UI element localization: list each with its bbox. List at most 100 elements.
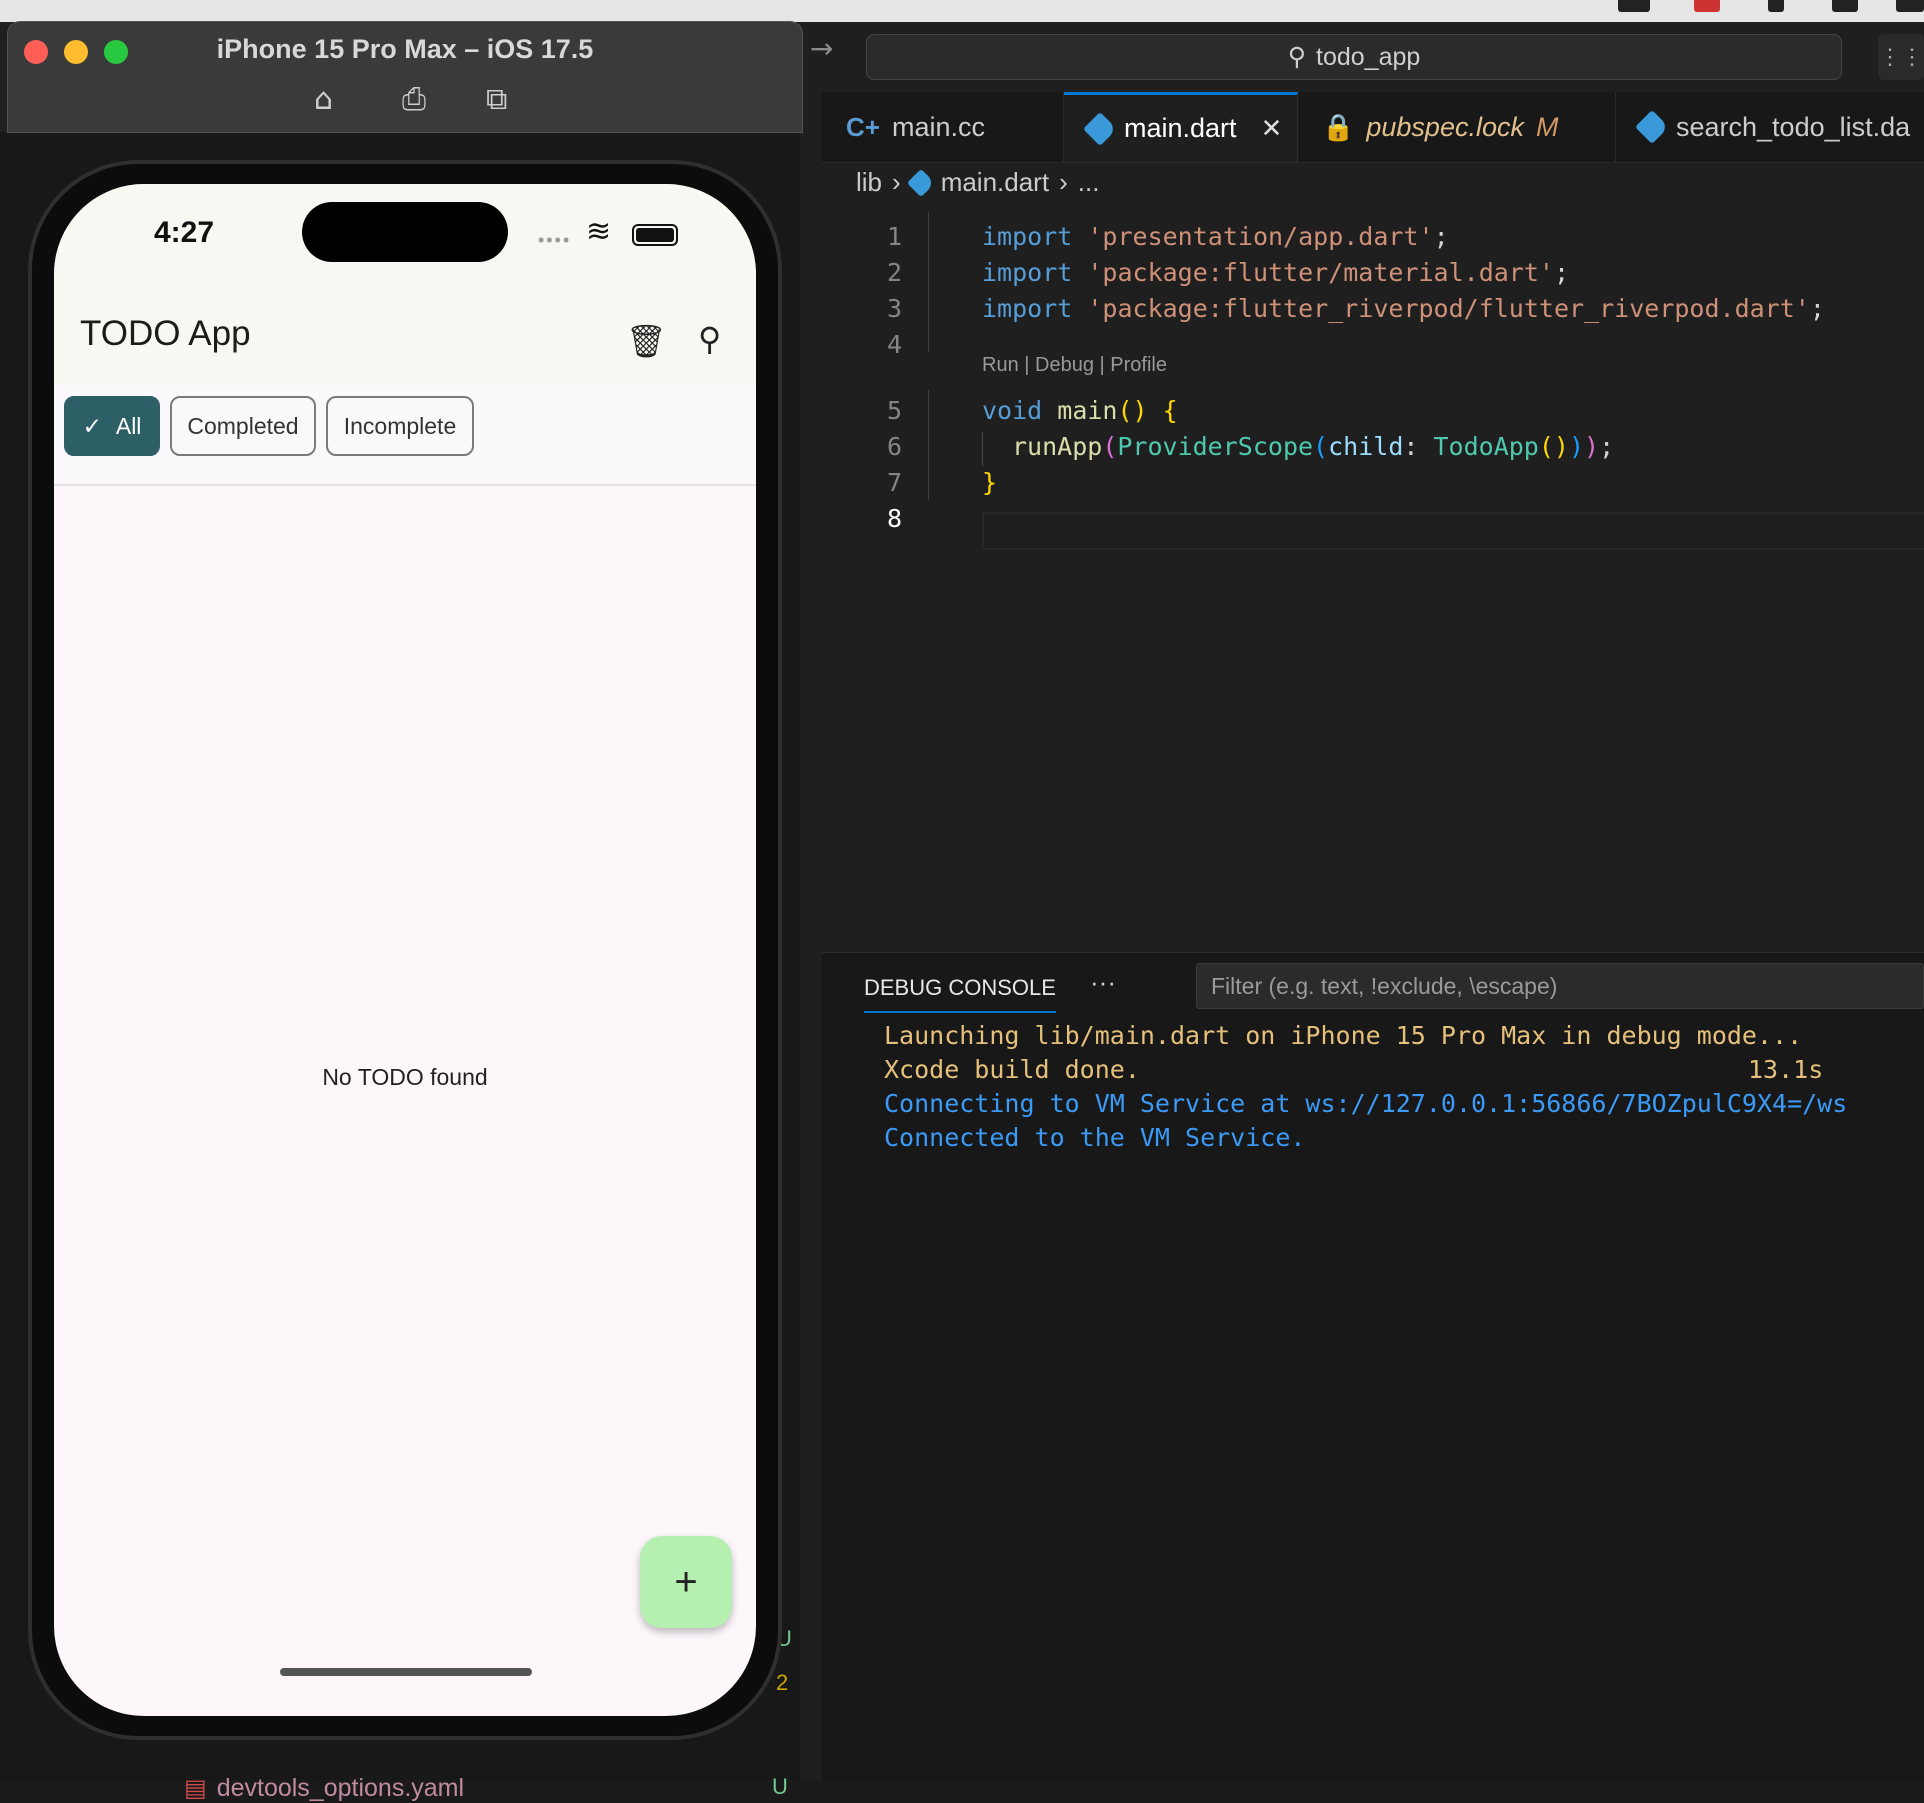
code-line-2[interactable]: import 'package:flutter/material.dart'; <box>982 258 1569 287</box>
tab-main-dart[interactable]: main.dart ✕ <box>1064 92 1298 162</box>
dart-icon <box>1083 111 1117 146</box>
filter-chip-all[interactable]: ✓ All <box>64 396 160 456</box>
line-number: 6 <box>886 432 902 461</box>
code-line-7[interactable]: } <box>982 468 997 497</box>
rotate-icon[interactable]: ⧉ <box>486 82 507 117</box>
dart-icon <box>1635 110 1669 144</box>
line-number: 4 <box>886 330 902 359</box>
tab-label: main.cc <box>891 111 985 142</box>
bluetooth-icon[interactable] <box>1768 0 1784 12</box>
simulator-titlebar: iPhone 15 Pro Max – iOS 17.5 ⌂ ⎙ ⧉ <box>8 22 802 132</box>
tab-search-todo-list[interactable]: search_todo_list.da <box>1616 92 1924 162</box>
menu-bar-icon[interactable] <box>1896 0 1924 12</box>
status-time: 4:27 <box>154 216 215 249</box>
modified-badge: M <box>1535 111 1559 142</box>
tab-pubspec-lock[interactable]: 🔒 pubspec.lock M <box>1298 92 1616 162</box>
check-icon: ✓ <box>82 412 102 439</box>
empty-state-message: No TODO found <box>322 1064 488 1090</box>
tab-main-cc[interactable]: C+ main.cc <box>822 92 1064 162</box>
console-line[interactable]: Connecting to VM Service at ws://127.0.0… <box>884 1089 1847 1118</box>
current-line-highlight <box>982 512 1924 550</box>
wifi-icon: ≋ <box>586 215 612 248</box>
code-line-6[interactable]: runApp(ProviderScope(child: TodoApp())); <box>1012 432 1614 461</box>
layout-icon[interactable]: ⋮⋮ <box>1878 34 1924 80</box>
home-indicator[interactable] <box>280 1668 532 1676</box>
breadcrumb: lib › main.dart › ... <box>856 167 1099 198</box>
code-line-3[interactable]: import 'package:flutter_riverpod/flutter… <box>982 294 1825 323</box>
chip-label: Incomplete <box>343 412 457 439</box>
gutter-guide <box>928 390 929 500</box>
line-number: 2 <box>886 258 902 287</box>
tab-debug-console[interactable]: DEBUG CONSOLE <box>864 975 1056 1013</box>
chip-label: Completed <box>187 412 299 439</box>
more-actions-icon[interactable]: ··· <box>1090 967 1116 998</box>
code-line-1[interactable]: import 'presentation/app.dart'; <box>982 222 1449 251</box>
add-todo-button[interactable]: + <box>640 1536 732 1628</box>
indent-guide <box>982 432 983 466</box>
codelens-profile[interactable]: Profile <box>1110 354 1167 376</box>
explorer-file-item[interactable]: ▤ devtools_options.yaml <box>184 1774 464 1803</box>
home-icon[interactable]: ⌂ <box>314 82 333 117</box>
chevron-right-icon: › <box>892 167 901 197</box>
debug-console-panel: DEBUG CONSOLE ··· Filter (e.g. text, !ex… <box>822 952 1924 1781</box>
signal-icon: •••• <box>538 230 572 250</box>
phone-screen: 4:27 •••• ≋ TODO App 🗑 ⚲ ✓ All Completed… <box>54 184 756 1716</box>
delete-sweep-icon[interactable]: 🗑 <box>626 322 667 360</box>
lock-icon: 🔒 <box>1322 111 1355 142</box>
chip-label: All <box>115 412 142 439</box>
console-line: Connected to the VM Service. <box>884 1123 1306 1152</box>
notification-icon[interactable] <box>1694 0 1720 12</box>
cpp-icon: C+ <box>846 111 880 142</box>
yaml-file-icon: ▤ <box>184 1775 207 1802</box>
console-filter-input[interactable]: Filter (e.g. text, !exclude, \escape) <box>1196 963 1924 1009</box>
app-bar: TODO App 🗑 ⚲ <box>54 304 756 384</box>
breadcrumb-item[interactable]: lib <box>856 167 882 198</box>
line-number: 8 <box>886 504 902 533</box>
status-bar: 4:27 •••• ≋ <box>54 184 756 304</box>
screenshot-icon[interactable]: ⎙ <box>402 82 426 117</box>
dynamic-island <box>302 202 508 262</box>
build-time: 13.1s <box>1748 1055 1824 1084</box>
chevron-right-icon: › <box>1059 167 1068 197</box>
gutter-guide <box>928 212 929 352</box>
command-center-search[interactable]: ⚲ todo_app <box>866 34 1842 80</box>
problem-count-badge: 2 <box>776 1670 789 1695</box>
untracked-badge: U <box>772 1774 788 1799</box>
breadcrumb-item[interactable]: main.dart <box>941 167 1049 198</box>
app-title: TODO App <box>80 314 251 353</box>
search-icon[interactable]: ⚲ <box>698 320 721 358</box>
line-number: 1 <box>886 222 902 251</box>
code-line-5[interactable]: void main() { <box>982 396 1178 425</box>
line-number: 3 <box>886 294 902 323</box>
search-text: todo_app <box>1316 42 1421 71</box>
codelens-run[interactable]: Run <box>982 354 1019 376</box>
tab-label: pubspec.lock <box>1366 111 1524 142</box>
line-number: 7 <box>886 468 902 497</box>
console-line: Xcode build done. <box>884 1055 1140 1084</box>
close-icon[interactable]: ✕ <box>1261 113 1283 144</box>
code-editor[interactable]: 1 2 3 4 5 6 7 8 import 'presentation/app… <box>822 212 1924 952</box>
clock-icon[interactable] <box>1832 0 1858 12</box>
codelens-debug[interactable]: Debug <box>1035 354 1094 376</box>
title-bar: → ⚲ todo_app ⋮⋮ <box>800 22 1924 92</box>
nav-forward-icon[interactable]: → <box>810 32 833 65</box>
menu-bar-icon[interactable] <box>1618 0 1650 12</box>
editor-tabs: C+ main.cc main.dart ✕ 🔒 pubspec.lock M … <box>822 92 1924 163</box>
tab-label: main.dart <box>1124 113 1237 143</box>
plus-icon: + <box>674 1559 698 1604</box>
simulator-title: iPhone 15 Pro Max – iOS 17.5 <box>216 34 594 64</box>
dart-icon <box>906 168 935 197</box>
iphone-frame: 4:27 •••• ≋ TODO App 🗑 ⚲ ✓ All Completed… <box>28 160 782 1740</box>
filter-chips: ✓ All Completed Incomplete <box>54 384 756 486</box>
filter-chip-incomplete[interactable]: Incomplete <box>326 396 474 456</box>
battery-icon <box>632 224 678 246</box>
breadcrumb-item[interactable]: ... <box>1078 167 1100 198</box>
search-icon: ⚲ <box>1287 43 1307 71</box>
file-label: devtools_options.yaml <box>216 1774 465 1802</box>
filter-chip-completed[interactable]: Completed <box>170 396 316 456</box>
tab-label: search_todo_list.da <box>1676 111 1911 142</box>
console-line: Launching lib/main.dart on iPhone 15 Pro… <box>884 1021 1803 1050</box>
macos-menu-bar <box>0 0 1924 22</box>
codelens: Run | Debug | Profile <box>982 354 1167 376</box>
line-number: 5 <box>886 396 902 425</box>
